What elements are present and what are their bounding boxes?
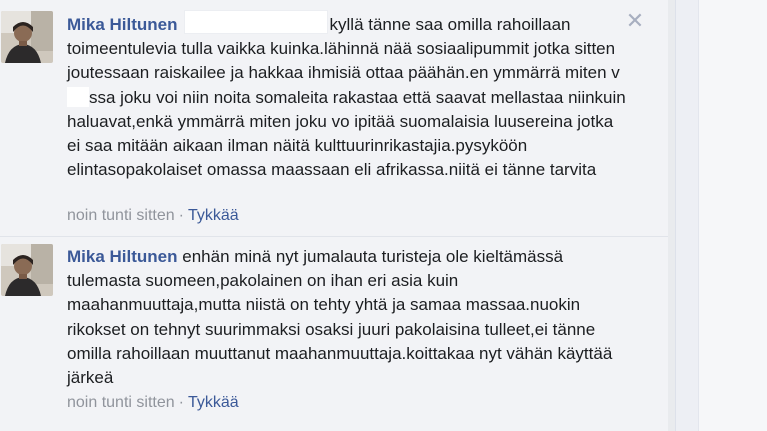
like-link[interactable]: Tykkää (188, 394, 239, 411)
avatar[interactable] (1, 244, 53, 296)
avatar[interactable] (1, 11, 53, 63)
comment-timestamp[interactable]: noin tunti sitten (67, 394, 175, 411)
comment-author-link[interactable]: Mika Hiltunen (67, 15, 178, 34)
comment-author-link[interactable]: Mika Hiltunen (67, 247, 178, 266)
redacted-block (183, 10, 328, 34)
comment-timestamp[interactable]: noin tunti sitten (67, 207, 175, 224)
comment-body: enhän minä nyt jumalauta turisteja ole k… (67, 247, 613, 388)
right-sidebar-strip (698, 0, 767, 431)
like-link[interactable]: Tykkää (188, 207, 239, 224)
comment-body-part-2: ssa joku voi niin noita somaleita rakast… (67, 87, 626, 180)
comment-text: Mika Hiltunen enhän minä nyt jumalauta t… (67, 245, 627, 390)
meta-separator: · (178, 394, 184, 411)
comment-meta: noin tunti sitten · Tykkää (67, 394, 239, 412)
close-icon[interactable]: ✕ (625, 10, 645, 32)
redacted-word (67, 86, 89, 107)
comment: Mika Hiltunen kyllä tänne saa omilla raho… (0, 0, 668, 237)
comment-text: Mika Hiltunen kyllä tänne saa omilla raho… (67, 10, 627, 182)
meta-separator: · (178, 207, 184, 224)
comment-meta: noin tunti sitten · Tykkää (67, 207, 239, 225)
